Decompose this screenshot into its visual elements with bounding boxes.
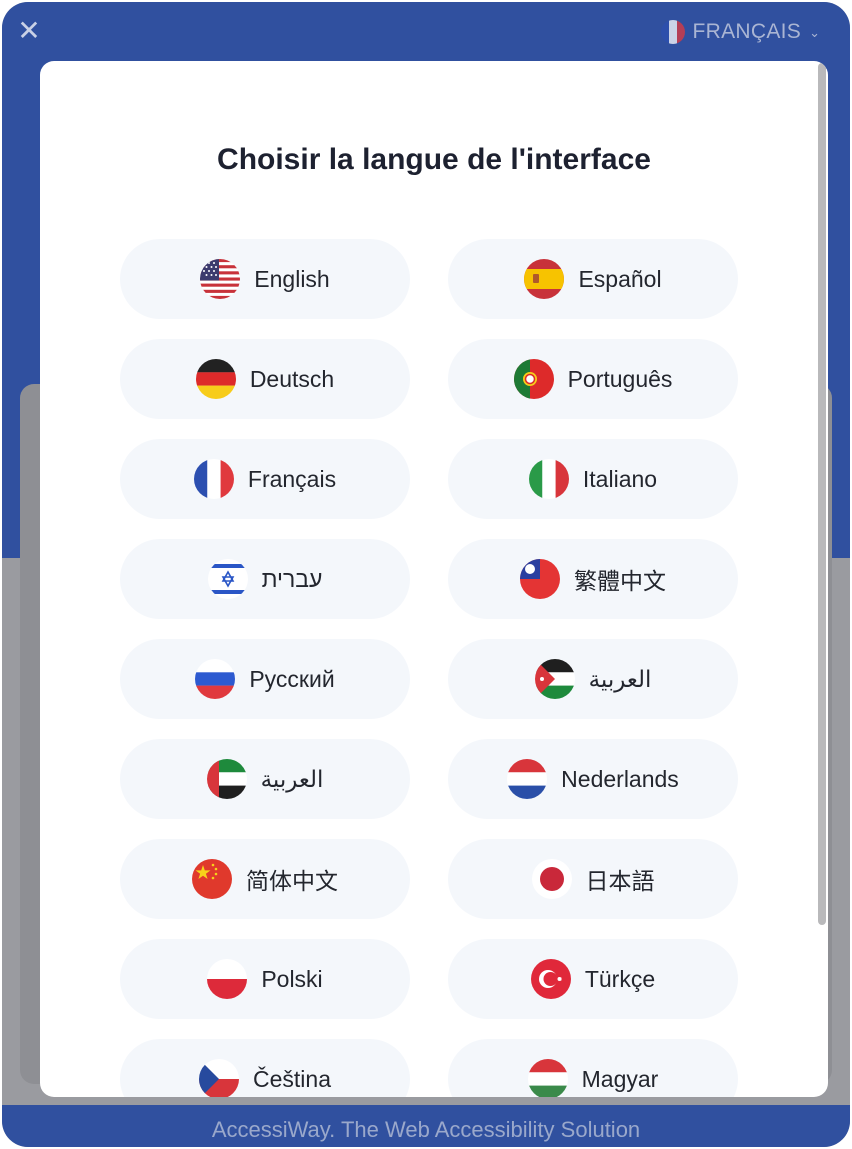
language-option-simplified-chinese[interactable]: 简体中文 [120, 839, 410, 919]
language-label: Italiano [582, 465, 658, 492]
language-option-english[interactable]: English [120, 239, 410, 319]
language-option-magyar[interactable]: Magyar [448, 1039, 738, 1097]
chevron-down-icon: ⌄ [809, 25, 820, 40]
poland-flag-icon [207, 959, 248, 999]
spain-flag-icon [524, 259, 565, 299]
language-label: العربية [260, 765, 324, 792]
japan-flag-icon [531, 859, 572, 899]
language-label: Türkçe [584, 965, 656, 992]
language-label: Nederlands [561, 765, 679, 792]
app-frame: ✕ FRANÇAIS ⌄ Choisir la langue de l'inte… [2, 2, 850, 1147]
modal-title: Choisir la langue de l'interface [217, 143, 651, 176]
language-option-arabic-jordan[interactable]: العربية [448, 639, 738, 719]
jordan-flag-icon [534, 659, 575, 699]
france-flag-icon [193, 459, 234, 499]
france-flag-icon [660, 20, 685, 44]
turkey-flag-icon [530, 959, 571, 999]
modal-scrollbar[interactable] [818, 63, 826, 925]
language-option-arabic-uae[interactable]: العربية [120, 739, 410, 819]
language-label: English [254, 265, 330, 292]
language-option-russian[interactable]: Русский [120, 639, 410, 719]
language-option-portugues[interactable]: Português [448, 339, 738, 419]
footer-credit[interactable]: AccessiWay. The Web Accessibility Soluti… [2, 1105, 850, 1147]
language-option-deutsch[interactable]: Deutsch [120, 339, 410, 419]
language-option-nederlands[interactable]: Nederlands [448, 739, 738, 819]
portugal-flag-icon [513, 359, 554, 399]
hungary-flag-icon [527, 1059, 568, 1097]
language-option-italiano[interactable]: Italiano [448, 439, 738, 519]
language-label: עברית [261, 565, 323, 592]
language-label: Čeština [253, 1065, 331, 1092]
language-label: Magyar [581, 1065, 659, 1092]
china-flag-icon [192, 859, 232, 899]
language-label: 日本語 [585, 868, 655, 894]
language-grid: English Español Deutsch Português França… [120, 239, 738, 1097]
language-option-traditional-chinese[interactable]: 繁體中文 [448, 539, 738, 619]
language-option-francais[interactable]: Français [120, 439, 410, 519]
israel-flag-icon [207, 559, 248, 599]
language-modal: Choisir la langue de l'interface English… [40, 61, 828, 1097]
close-icon[interactable]: ✕ [16, 17, 42, 45]
uae-flag-icon [206, 759, 247, 799]
language-label: Português [567, 365, 673, 392]
language-label: Deutsch [249, 365, 335, 392]
language-option-cestina[interactable]: Čeština [120, 1039, 410, 1097]
language-selector[interactable]: FRANÇAIS ⌄ [660, 16, 820, 48]
italy-flag-icon [528, 459, 569, 499]
language-option-espanol[interactable]: Español [448, 239, 738, 319]
language-option-polski[interactable]: Polski [120, 939, 410, 1019]
language-option-hebrew[interactable]: עברית [120, 539, 410, 619]
russia-flag-icon [195, 659, 236, 699]
language-option-japanese[interactable]: 日本語 [448, 839, 738, 919]
language-label: 简体中文 [246, 868, 338, 894]
language-label: 繁體中文 [574, 568, 666, 594]
language-label: Español [578, 265, 662, 292]
language-label: Polski [261, 965, 323, 992]
language-label: Français [247, 465, 337, 492]
germany-flag-icon [195, 359, 236, 399]
taiwan-flag-icon [520, 559, 560, 599]
netherlands-flag-icon [507, 759, 548, 799]
language-label: العربية [588, 665, 652, 692]
us-flag-icon [200, 259, 241, 299]
language-label: Русский [249, 665, 335, 692]
language-option-turkce[interactable]: Türkçe [448, 939, 738, 1019]
current-language-label: FRANÇAIS [692, 20, 802, 43]
czech-flag-icon [199, 1059, 239, 1097]
